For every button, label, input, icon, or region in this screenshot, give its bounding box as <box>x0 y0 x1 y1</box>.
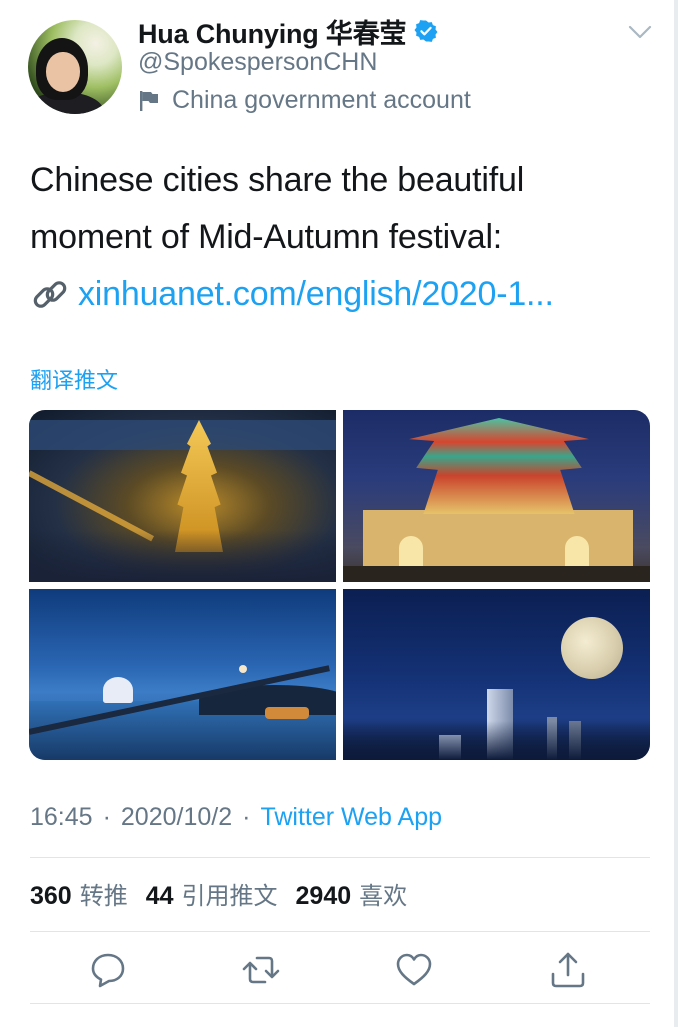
like-label[interactable]: 喜欢 <box>359 876 407 911</box>
flag-icon <box>140 90 158 111</box>
media-image-full-moon[interactable] <box>343 589 650 760</box>
image-island <box>265 707 309 719</box>
media-image-bay[interactable] <box>29 589 336 760</box>
chevron-down-icon[interactable] <box>626 22 654 42</box>
verified-badge-icon <box>414 20 438 42</box>
tweet-time[interactable]: 16:45 <box>30 803 93 831</box>
divider <box>30 931 650 932</box>
meta-separator: · <box>242 803 251 831</box>
tweet-link[interactable]: xinhuanet.com/english/2020-1... <box>30 266 650 323</box>
meta-separator: · <box>102 803 111 831</box>
divider <box>30 857 650 858</box>
share-icon[interactable] <box>548 950 588 990</box>
tweet-stats: 360 转推 44 引用推文 2940 喜欢 <box>30 876 425 911</box>
quote-count[interactable]: 44 <box>146 882 174 911</box>
tweet-source-app[interactable]: Twitter Web App <box>260 803 442 831</box>
user-handle[interactable]: @SpokespersonCHN <box>138 48 377 77</box>
image-haze <box>343 721 650 760</box>
retweet-icon[interactable] <box>241 950 281 990</box>
avatar[interactable] <box>28 20 122 114</box>
display-name[interactable]: Hua Chunying 华春莹 <box>138 12 406 51</box>
tweet-text-line: moment of Mid-Autumn festival: <box>30 218 503 256</box>
image-ground <box>343 566 650 582</box>
name-row[interactable]: Hua Chunying 华春莹 <box>138 12 438 51</box>
image-shadow <box>29 530 336 582</box>
link-url[interactable]: xinhuanet.com/english/2020-1... <box>78 266 554 323</box>
image-river <box>29 420 336 450</box>
tweet-meta: 16:45 · 2020/10/2 · Twitter Web App <box>30 803 442 832</box>
retweet-count[interactable]: 360 <box>30 882 72 911</box>
reply-icon[interactable] <box>88 950 128 990</box>
media-image-bell-tower[interactable] <box>343 410 650 582</box>
image-arch <box>399 536 423 566</box>
like-count[interactable]: 2940 <box>296 882 352 911</box>
heart-icon[interactable] <box>394 950 434 990</box>
tweet-text-line: Chinese cities share the beautiful <box>30 161 525 199</box>
divider <box>30 1003 650 1004</box>
translate-tweet-link[interactable]: 翻译推文 <box>30 363 118 395</box>
tweet-date[interactable]: 2020/10/2 <box>121 803 232 831</box>
government-account-label: China government account <box>138 86 471 115</box>
media-image-yellow-crane-tower[interactable] <box>29 410 336 582</box>
image-tower <box>409 418 589 514</box>
government-account-text: China government account <box>172 86 471 114</box>
image-moon <box>561 617 623 679</box>
image-dome <box>103 677 133 703</box>
media-grid <box>29 410 650 760</box>
scrollbar[interactable] <box>674 0 678 1027</box>
quote-label[interactable]: 引用推文 <box>182 876 278 911</box>
avatar-face <box>46 52 80 92</box>
image-arch <box>565 536 589 566</box>
link-icon <box>33 280 67 308</box>
retweet-label[interactable]: 转推 <box>80 876 128 911</box>
tweet-text: Chinese cities share the beautiful momen… <box>30 152 650 323</box>
image-moon <box>239 665 247 673</box>
